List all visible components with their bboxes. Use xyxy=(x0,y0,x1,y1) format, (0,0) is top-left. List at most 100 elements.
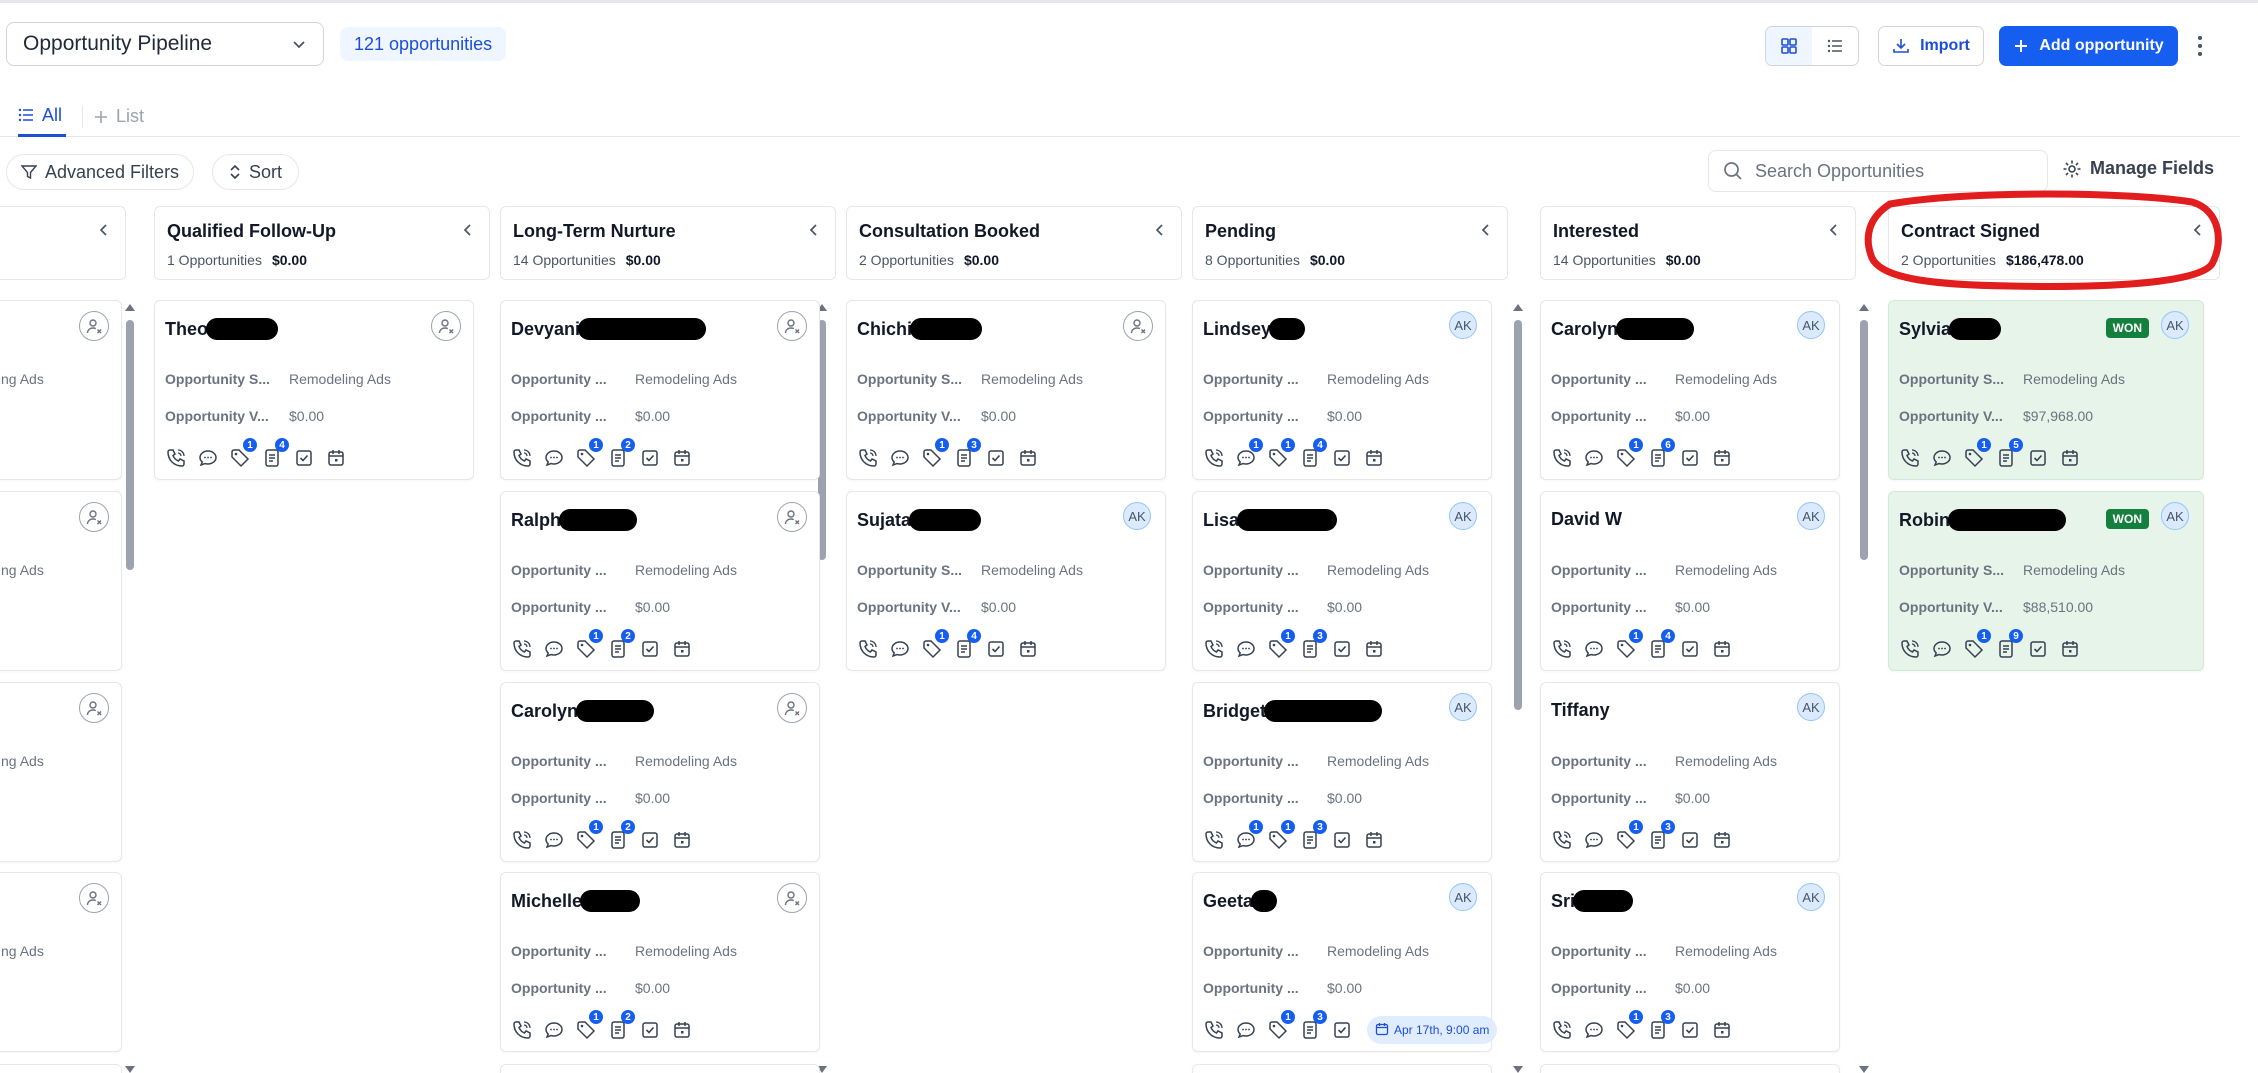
list-item[interactable]: ng Ads xyxy=(0,872,122,1052)
calendar-icon[interactable] xyxy=(1711,1019,1733,1041)
opportunity-card[interactable]: Carolyn Opportunity ... Remodeling Ads Oppo… xyxy=(500,682,820,862)
list-item[interactable]: ng Ads xyxy=(0,300,122,480)
calendar-icon[interactable] xyxy=(325,447,347,469)
opportunity-card[interactable]: Lisa AK Opportunity ... Remodeling Ads Oppor… xyxy=(1192,491,1492,671)
tag-icon[interactable]: 1 xyxy=(575,438,603,469)
opportunity-name[interactable]: Geeta xyxy=(1203,890,1278,912)
opportunity-name[interactable]: Theo xyxy=(165,318,278,340)
chevron-left-icon[interactable] xyxy=(1827,223,1841,242)
chat-icon[interactable] xyxy=(543,638,565,660)
avatar[interactable]: AK xyxy=(1797,502,1825,530)
avatar[interactable]: AK xyxy=(1449,311,1477,339)
calendar-icon[interactable] xyxy=(671,1019,693,1041)
opportunity-name[interactable]: Lisa xyxy=(1203,509,1338,531)
scroll-up-arrow[interactable] xyxy=(1859,304,1869,311)
scroll-down-arrow[interactable] xyxy=(1859,1066,1869,1073)
scroll-down-arrow[interactable] xyxy=(125,1066,135,1073)
chevron-left-icon[interactable] xyxy=(97,223,111,242)
notes-icon[interactable]: 2 xyxy=(607,820,635,851)
opportunity-card[interactable]: Chichi Opportunity S... Remodeling Ads Oppo… xyxy=(846,300,1166,480)
chat-icon[interactable] xyxy=(889,447,911,469)
chat-icon[interactable] xyxy=(1583,829,1605,851)
board-view-button[interactable] xyxy=(1766,27,1812,65)
scroll-up-arrow[interactable] xyxy=(125,304,135,311)
opportunity-card[interactable]: Devyani Opportunity ... Remodeling Ads Oppo… xyxy=(500,300,820,480)
calendar-icon[interactable] xyxy=(1711,829,1733,851)
scrollbar-thumb[interactable] xyxy=(126,320,134,570)
phone-icon[interactable] xyxy=(1203,1019,1225,1041)
phone-icon[interactable] xyxy=(1551,447,1573,469)
notes-icon[interactable]: 4 xyxy=(1299,438,1327,469)
tab-all[interactable]: All xyxy=(18,96,67,137)
assign-user-icon[interactable] xyxy=(777,693,807,723)
avatar[interactable]: AK xyxy=(1797,883,1825,911)
chat-icon[interactable]: 1 xyxy=(1235,438,1263,469)
add-opportunity-button[interactable]: Add opportunity xyxy=(1999,26,2178,66)
phone-icon[interactable] xyxy=(1899,638,1921,660)
avatar[interactable]: AK xyxy=(2161,311,2189,339)
task-icon[interactable] xyxy=(2027,447,2049,469)
task-icon[interactable] xyxy=(1331,1019,1353,1041)
chat-icon[interactable] xyxy=(1931,638,1953,660)
opportunity-name[interactable]: Robin xyxy=(1899,509,2066,531)
notes-icon[interactable]: 3 xyxy=(1647,820,1675,851)
scroll-down-arrow[interactable] xyxy=(1513,1066,1523,1073)
list-item[interactable]: ng Ads xyxy=(0,682,122,862)
assign-user-icon[interactable] xyxy=(1123,311,1153,341)
calendar-icon[interactable] xyxy=(1363,638,1385,660)
task-icon[interactable] xyxy=(1679,1019,1701,1041)
manage-fields-button[interactable]: Manage Fields xyxy=(2062,158,2214,179)
phone-icon[interactable] xyxy=(1551,638,1573,660)
notes-icon[interactable]: 3 xyxy=(1299,629,1327,660)
avatar[interactable]: AK xyxy=(1797,311,1825,339)
calendar-icon[interactable] xyxy=(1017,447,1039,469)
opportunity-card[interactable]: Michelle Opportunity ... Remodeling Ads Opp… xyxy=(500,872,820,1052)
avatar[interactable]: AK xyxy=(1449,502,1477,530)
calendar-icon[interactable] xyxy=(1711,447,1733,469)
tab-add-list[interactable]: List xyxy=(94,96,144,137)
assign-user-icon[interactable] xyxy=(777,311,807,341)
list-item[interactable] xyxy=(1192,1064,1492,1073)
chat-icon[interactable] xyxy=(1235,1019,1257,1041)
assign-user-icon[interactable] xyxy=(777,502,807,532)
tag-icon[interactable]: 1 xyxy=(575,820,603,851)
chat-icon[interactable] xyxy=(1583,1019,1605,1041)
tag-icon[interactable]: 1 xyxy=(1267,1010,1295,1041)
assign-user-icon[interactable] xyxy=(431,311,461,341)
chat-icon[interactable] xyxy=(1931,447,1953,469)
notes-icon[interactable]: 2 xyxy=(607,629,635,660)
opportunity-name[interactable]: Ralph xyxy=(511,509,638,531)
phone-icon[interactable] xyxy=(511,1019,533,1041)
chat-icon[interactable] xyxy=(889,638,911,660)
task-icon[interactable] xyxy=(639,1019,661,1041)
phone-icon[interactable] xyxy=(1203,638,1225,660)
phone-icon[interactable] xyxy=(1203,829,1225,851)
calendar-icon[interactable] xyxy=(671,829,693,851)
task-icon[interactable] xyxy=(1679,447,1701,469)
chevron-left-icon[interactable] xyxy=(1153,223,1167,242)
phone-icon[interactable] xyxy=(1899,447,1921,469)
opportunity-name[interactable]: Michelle xyxy=(511,890,641,912)
opportunity-card[interactable]: Theo Opportunity S... Remodeling Ads Opport… xyxy=(154,300,474,480)
task-icon[interactable] xyxy=(1331,829,1353,851)
scrollbar-thumb[interactable] xyxy=(1860,320,1868,560)
assign-user-icon[interactable] xyxy=(79,693,109,723)
opportunity-card[interactable]: Geeta AK Opportunity ... Remodeling Ads Oppo… xyxy=(1192,872,1498,1052)
chat-icon[interactable] xyxy=(1235,638,1257,660)
tag-icon[interactable]: 1 xyxy=(1615,1010,1643,1041)
chat-icon[interactable] xyxy=(197,447,219,469)
chat-icon[interactable] xyxy=(543,829,565,851)
tag-icon[interactable]: 1 xyxy=(1615,438,1643,469)
notes-icon[interactable]: 4 xyxy=(261,438,289,469)
phone-icon[interactable] xyxy=(857,447,879,469)
avatar[interactable]: AK xyxy=(2161,502,2189,530)
phone-icon[interactable] xyxy=(511,829,533,851)
task-icon[interactable] xyxy=(639,447,661,469)
advanced-filters-button[interactable]: Advanced Filters xyxy=(6,154,195,190)
phone-icon[interactable] xyxy=(1551,1019,1573,1041)
calendar-icon[interactable] xyxy=(1711,638,1733,660)
pipeline-select[interactable]: Opportunity Pipeline xyxy=(6,22,324,66)
opportunity-card[interactable]: Sujata AK Opportunity S... Remodeling Ads Op… xyxy=(846,491,1166,671)
opportunity-name[interactable]: Sylvia xyxy=(1899,318,2002,340)
chevron-left-icon[interactable] xyxy=(461,223,475,242)
